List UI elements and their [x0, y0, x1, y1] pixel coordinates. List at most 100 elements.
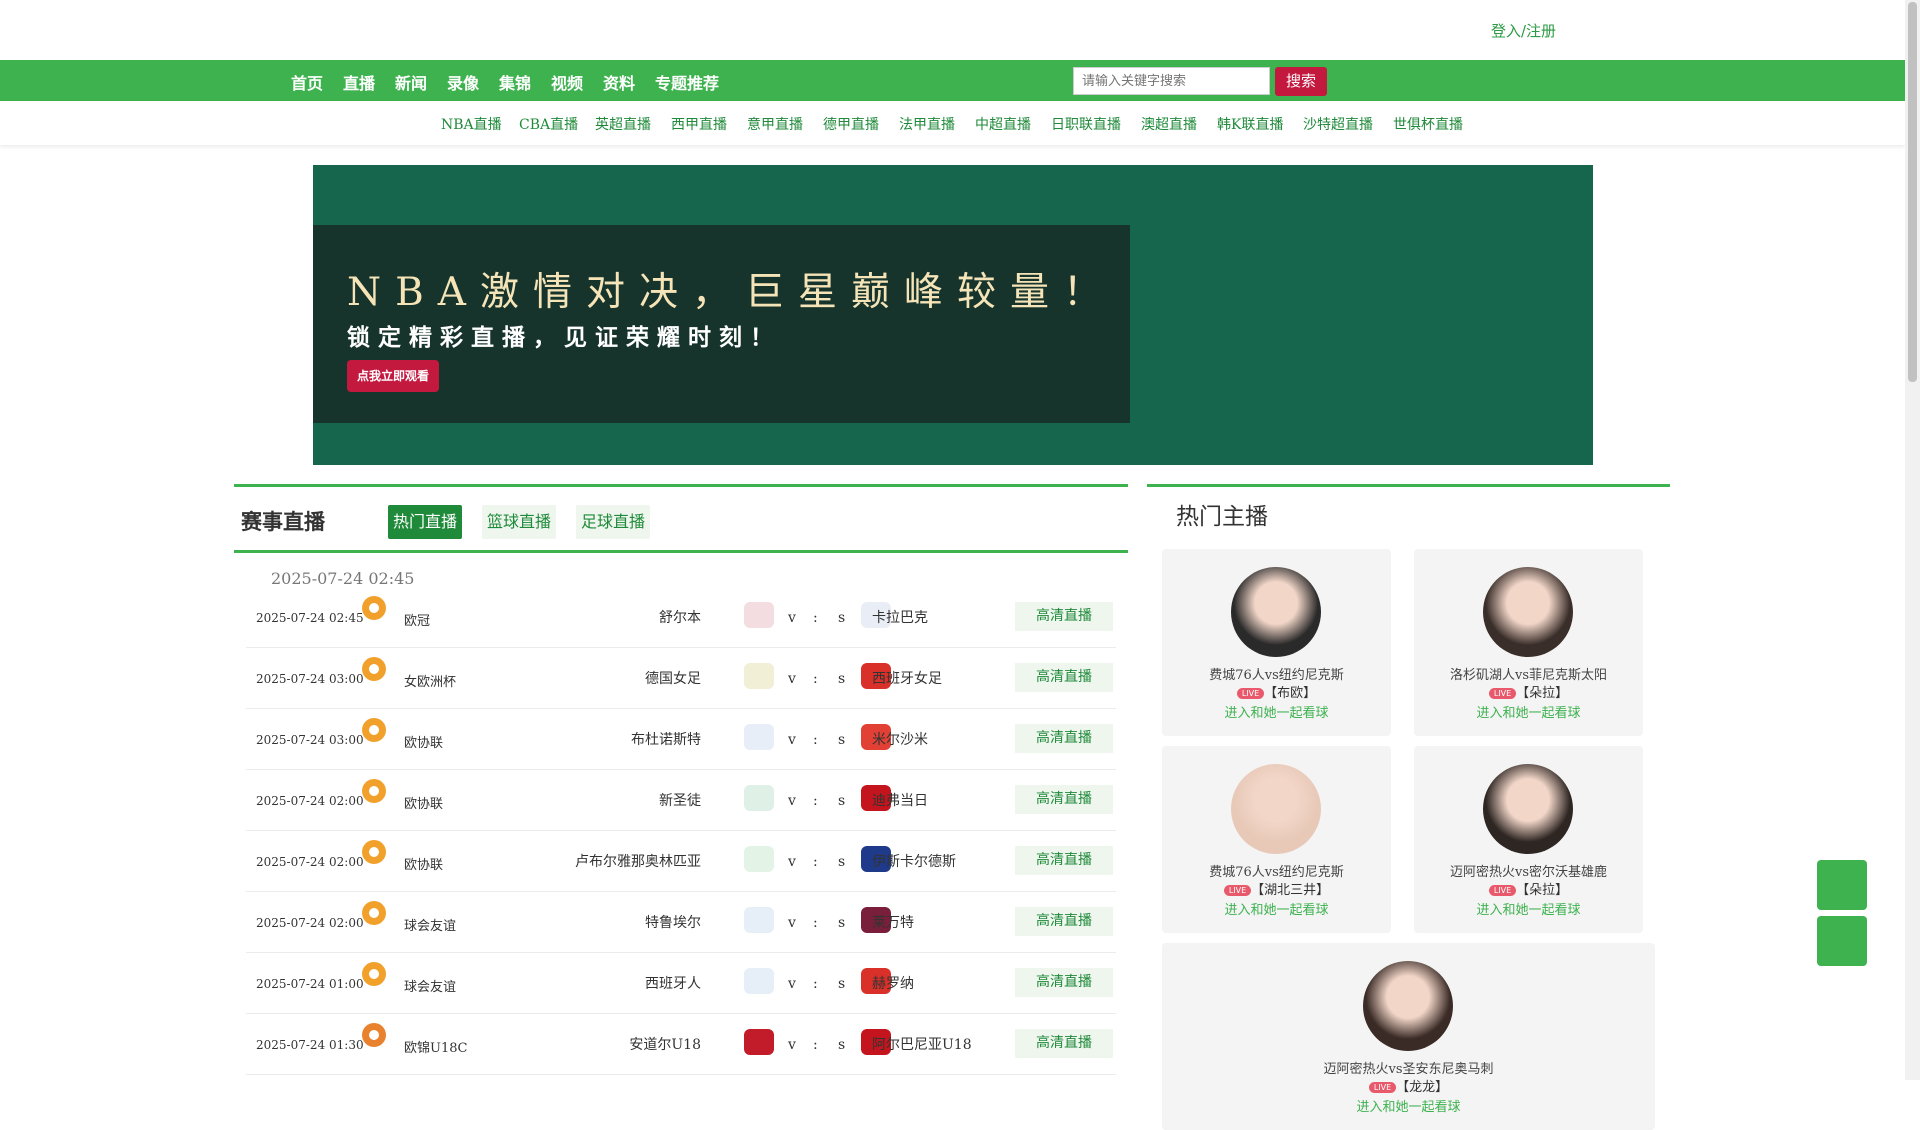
live-badge: LIVE: [1223, 885, 1252, 896]
match-row[interactable]: 2025-07-24 02:00 球会友谊 特鲁埃尔 v: s 莱万特 高清直播: [246, 892, 1116, 953]
enter-room-link[interactable]: 进入和她一起看球: [1162, 702, 1391, 721]
host-card[interactable]: 迈阿密热火vs圣安东尼奥马刺 LIVE 【龙龙】 进入和她一起看球: [1162, 943, 1655, 1130]
vs-right: s: [838, 854, 846, 870]
home-team-logo: [744, 663, 774, 689]
match-schedule-panel: 赛事直播 热门直播 篮球直播 足球直播 2025-07-24 02:45 202…: [234, 484, 1128, 1080]
enter-room-link[interactable]: 进入和她一起看球: [1414, 899, 1643, 918]
hd-live-button[interactable]: 高清直播: [1015, 663, 1113, 692]
subnav-saudi-league[interactable]: 沙特超直播: [1303, 114, 1373, 134]
vs-left: v: [788, 610, 796, 626]
float-action-button-top[interactable]: [1817, 860, 1867, 910]
float-action-button-bottom[interactable]: [1817, 916, 1867, 966]
host-match: 费城76人vs纽约尼克斯: [1209, 668, 1344, 683]
vs-left: v: [788, 854, 796, 870]
subnav-csl[interactable]: 中超直播: [975, 114, 1031, 134]
host-avatar: [1363, 961, 1453, 1051]
search-input[interactable]: [1073, 67, 1270, 95]
vs-right: s: [838, 793, 846, 809]
match-row[interactable]: 2025-07-24 02:45 欧冠 舒尔本 v: s 卡拉巴克 高清直播: [246, 587, 1116, 648]
match-row[interactable]: 2025-07-24 03:00 欧协联 布杜诺斯特 v: s 米尔沙米 高清直播: [246, 709, 1116, 770]
vs-left: v: [788, 1037, 796, 1053]
subnav-j-league[interactable]: 日职联直播: [1051, 114, 1121, 134]
league-subnav: NBA直播 CBA直播 英超直播 西甲直播 意甲直播 德甲直播 法甲直播 中超直…: [0, 101, 1905, 145]
match-row[interactable]: 2025-07-24 02:00 欧协联 新圣徒 v: s 迪弗当日 高清直播: [246, 770, 1116, 831]
host-card[interactable]: 费城76人vs纽约尼克斯 LIVE 【湖北三井】 进入和她一起看球: [1162, 746, 1391, 933]
host-live-line: LIVE 【朵拉】: [1414, 682, 1643, 701]
nav-item-data[interactable]: 资料: [603, 70, 635, 94]
host-avatar: [1231, 567, 1321, 657]
tab-basketball-live[interactable]: 篮球直播: [482, 505, 557, 539]
hd-live-button[interactable]: 高清直播: [1015, 785, 1113, 814]
vs-right: s: [838, 976, 846, 992]
vs-right: s: [838, 671, 846, 687]
hd-live-button[interactable]: 高清直播: [1015, 602, 1113, 631]
home-team: 德国女足: [645, 671, 701, 687]
league-name: 欧锦U18C: [404, 1041, 468, 1056]
hd-live-button[interactable]: 高清直播: [1015, 907, 1113, 936]
vs-colon: :: [813, 671, 818, 687]
nav-item-videos[interactable]: 视频: [551, 70, 583, 94]
nav-item-live[interactable]: 直播: [343, 70, 375, 94]
nav-item-topics[interactable]: 专题推荐: [655, 70, 719, 94]
subnav-cba[interactable]: CBA直播: [519, 114, 578, 134]
vs-right: s: [838, 915, 846, 931]
banner-panel: NBA激情对决，巨星巅峰较量！ 锁定精彩直播，见证荣耀时刻！ 点我立即观看: [313, 225, 1130, 423]
nav-item-highlights[interactable]: 集锦: [499, 70, 531, 94]
host-live-line: LIVE 【朵拉】: [1414, 879, 1643, 898]
scrollbar-thumb[interactable]: [1908, 2, 1917, 382]
subnav-k-league[interactable]: 韩K联直播: [1217, 114, 1283, 134]
league-name: 女欧洲杯: [404, 675, 457, 690]
subnav-a-league[interactable]: 澳超直播: [1141, 114, 1197, 134]
enter-room-link[interactable]: 进入和她一起看球: [1162, 1096, 1655, 1115]
host-name: 【布欧】: [1264, 686, 1317, 701]
subnav-serie-a[interactable]: 意甲直播: [747, 114, 803, 134]
subnav-bundesliga[interactable]: 德甲直播: [823, 114, 879, 134]
subnav-club-world-cup[interactable]: 世俱杯直播: [1393, 114, 1463, 134]
login-register-link[interactable]: 登入/注册: [1491, 20, 1556, 41]
hd-live-button[interactable]: 高清直播: [1015, 724, 1113, 753]
host-card[interactable]: 迈阿密热火vs密尔沃基雄鹿 LIVE 【朵拉】 进入和她一起看球: [1414, 746, 1643, 933]
match-time: 2025-07-24 02:00: [256, 855, 364, 869]
hd-live-button[interactable]: 高清直播: [1015, 968, 1113, 997]
vs-left: v: [788, 793, 796, 809]
enter-room-link[interactable]: 进入和她一起看球: [1414, 702, 1643, 721]
vs-right: s: [838, 732, 846, 748]
league-name: 欧协联: [404, 858, 444, 873]
subnav-premier-league[interactable]: 英超直播: [595, 114, 651, 134]
away-team: 阿尔巴尼亚U18: [872, 1037, 972, 1053]
home-team-logo: [744, 602, 774, 628]
match-row[interactable]: 2025-07-24 03:00 女欧洲杯 德国女足 v: s 西班牙女足 高清直播: [246, 648, 1116, 709]
promo-banner[interactable]: NBA激情对决，巨星巅峰较量！ 锁定精彩直播，见证荣耀时刻！ 点我立即观看: [313, 165, 1593, 465]
nav-item-home[interactable]: 首页: [291, 70, 323, 94]
date-header: 2025-07-24 02:45: [271, 569, 415, 588]
vs-colon: :: [813, 1037, 818, 1053]
hd-live-button[interactable]: 高清直播: [1015, 1029, 1113, 1058]
tab-football-live[interactable]: 足球直播: [576, 505, 651, 539]
vs-colon: :: [813, 854, 818, 870]
vs-colon: :: [813, 976, 818, 992]
vs-colon: :: [813, 915, 818, 931]
subnav-nba[interactable]: NBA直播: [441, 114, 502, 134]
tab-hot-live[interactable]: 热门直播: [388, 505, 463, 539]
watch-now-button[interactable]: 点我立即观看: [347, 360, 439, 392]
enter-room-link[interactable]: 进入和她一起看球: [1162, 899, 1391, 918]
match-row[interactable]: 2025-07-24 02:00 欧协联 卢布尔雅那奥林匹亚 v: s 伊斯卡尔德斯 高清直…: [246, 831, 1116, 892]
home-team-logo: [744, 907, 774, 933]
hd-live-button[interactable]: 高清直播: [1015, 846, 1113, 875]
search-button[interactable]: 搜索: [1275, 67, 1327, 96]
nav-item-recordings[interactable]: 录像: [447, 70, 479, 94]
vs-left: v: [788, 732, 796, 748]
host-name: 【龙龙】: [1396, 1080, 1449, 1095]
match-row[interactable]: 2025-07-24 01:30 欧锦U18C 安道尔U18 v: s 阿尔巴尼亚U18 高…: [246, 1014, 1116, 1075]
live-badge: LIVE: [1488, 688, 1517, 699]
match-row[interactable]: 2025-07-24 01:00 球会友谊 西班牙人 v: s 赫罗纳 高清直播: [246, 953, 1116, 1014]
nav-item-news[interactable]: 新闻: [395, 70, 427, 94]
host-avatar: [1483, 567, 1573, 657]
host-card[interactable]: 费城76人vs纽约尼克斯 LIVE 【布欧】 进入和她一起看球: [1162, 549, 1391, 736]
subnav-ligue-1[interactable]: 法甲直播: [899, 114, 955, 134]
away-team: 莱万特: [872, 915, 914, 931]
host-card[interactable]: 洛杉矶湖人vs菲尼克斯太阳 LIVE 【朵拉】 进入和她一起看球: [1414, 549, 1643, 736]
subnav-la-liga[interactable]: 西甲直播: [671, 114, 727, 134]
home-team: 安道尔U18: [629, 1037, 701, 1053]
home-team: 舒尔本: [659, 610, 701, 626]
